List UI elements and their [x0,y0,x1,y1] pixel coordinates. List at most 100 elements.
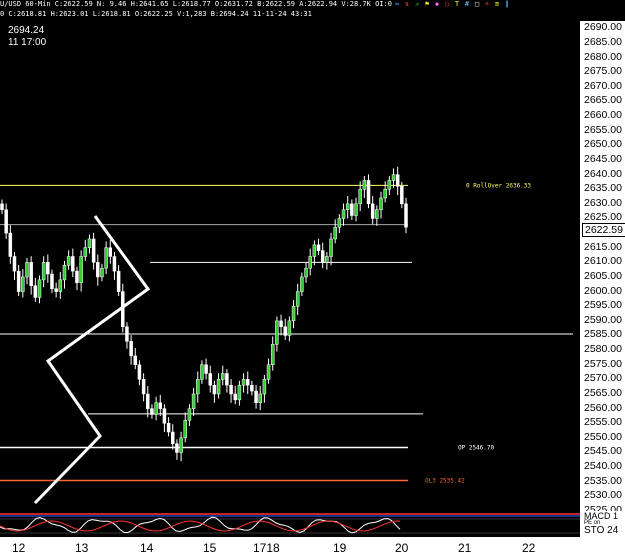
y-tick-label: 2585.00 [584,328,622,341]
candle-body [370,203,375,219]
x-tick-label: 14 [140,541,154,555]
flag-icon[interactable]: ⚑ [423,0,431,8]
circle-icon[interactable]: ○ [443,0,451,8]
x-tick-label: 21 [458,541,472,555]
candle-body [46,262,50,275]
wave-icon[interactable]: ≈ [393,0,401,8]
y-tick-label: 2650.00 [584,138,622,151]
candle-body [404,203,408,228]
y-tick-label: 2635.00 [584,182,622,195]
candle-body [395,174,400,187]
candle-body [4,209,8,234]
candle-body [158,402,163,409]
plus-icon[interactable]: + [483,0,491,8]
candle-body [291,305,296,322]
text-icon[interactable]: T [453,0,461,8]
y-tick-label: 2575.00 [584,357,622,370]
candle-body [341,209,346,219]
grid-icon[interactable]: # [463,0,471,8]
candle-body [333,226,337,240]
arrow-icon[interactable]: ↗ [413,0,421,8]
y-tick-label: 2625.00 [584,211,622,224]
candle-body [171,431,175,444]
candle-body [133,355,138,365]
y-tick-label: 2560.00 [584,401,622,414]
arrows-icon[interactable]: ⇅ [403,0,411,8]
price-axis[interactable]: 2690.00 2685.00 2680.00 2675.00 2670.00 2665.… [580,21,625,516]
candle-body [166,422,171,433]
candle-body [29,262,33,286]
candle-body [366,180,371,205]
candle-body [100,267,104,278]
y-tick-label: 2630.00 [584,196,622,209]
op-annotation: OP 2546.70 [458,445,495,452]
candle-body [262,379,267,395]
candle-body [196,379,200,395]
candle-body [216,379,221,395]
channel-icon[interactable]: ∥ [503,0,511,8]
candle-body [241,379,246,386]
candle-body [270,344,275,365]
y-tick-label: 2640.00 [584,167,622,180]
x-tick-label: 22 [522,541,536,555]
y-tick-label: 2680.00 [584,50,622,63]
candle-body [300,276,304,292]
candle-body [233,393,237,401]
x-tick-label: 1718 [253,541,280,555]
indicator-axis: MACD 1 PE on STO 24 [580,511,625,537]
indicator-panel[interactable] [0,511,580,537]
candle-body [312,244,317,257]
diamond-icon[interactable]: ◆ [433,0,441,8]
sto-label: STO 24 [584,525,619,536]
candle-body [175,443,179,453]
cursor-info: 2694.24 11 17:00 [8,25,46,49]
y-tick-label: 2670.00 [584,79,622,92]
candle-body [350,203,354,216]
x-tick-label: 20 [395,541,409,555]
candle-body [21,276,25,292]
candle-body [33,285,38,298]
candle-body [187,408,192,421]
cursor-line: 0 C:2618.81 H:2623.01 L:2618.81 O:2622.2… [0,10,312,18]
price-chart[interactable]: 0 RollOver 2636.33 OP 2546.70 OL3 2535.42 [0,21,580,511]
y-tick-label: 2605.00 [584,269,622,282]
box-icon[interactable]: □ [473,0,481,8]
candle-body [337,218,342,228]
y-tick-label: 2665.00 [584,94,622,107]
candle-body [58,279,63,292]
candle-body [325,256,329,263]
candle-body [400,186,404,205]
y-tick-label: 2570.00 [584,372,622,385]
candle-body [41,262,46,281]
fib-icon[interactable]: ≡ [493,0,501,8]
candle-body [358,188,362,205]
candle-body [179,437,183,453]
candle-body [75,270,79,284]
candle-body [12,256,17,272]
candle-body [320,250,325,263]
candle-body [104,247,108,269]
y-tick-label: 2610.00 [584,255,622,268]
y-tick-label: 2595.00 [584,299,622,312]
candle-body [150,408,154,415]
chart-header: U/USD 60-Min C:2622.59 N: 9.46 H:2641.65… [0,0,625,21]
quote-line: U/USD 60-Min C:2622.59 N: 9.46 H:2641.65… [0,0,392,8]
candle-body [250,384,254,392]
y-tick-label: 2540.00 [584,460,622,473]
candle-body [191,393,196,409]
candle-body [387,180,392,190]
candle-body [229,384,233,395]
candle-body [91,238,96,263]
candle-body [116,270,121,292]
y-tick-label: 2565.00 [584,386,622,399]
y-tick-label: 2615.00 [584,240,622,253]
candle-body [316,244,321,251]
sto-k-line [0,516,401,534]
candle-body [275,320,279,345]
y-tick-label: 2655.00 [584,123,622,136]
candle-body [212,384,217,395]
candle-body [200,364,204,380]
last-price-tag: 2622.59 [582,223,625,237]
candle-body [50,273,54,289]
candle-body [208,373,212,386]
